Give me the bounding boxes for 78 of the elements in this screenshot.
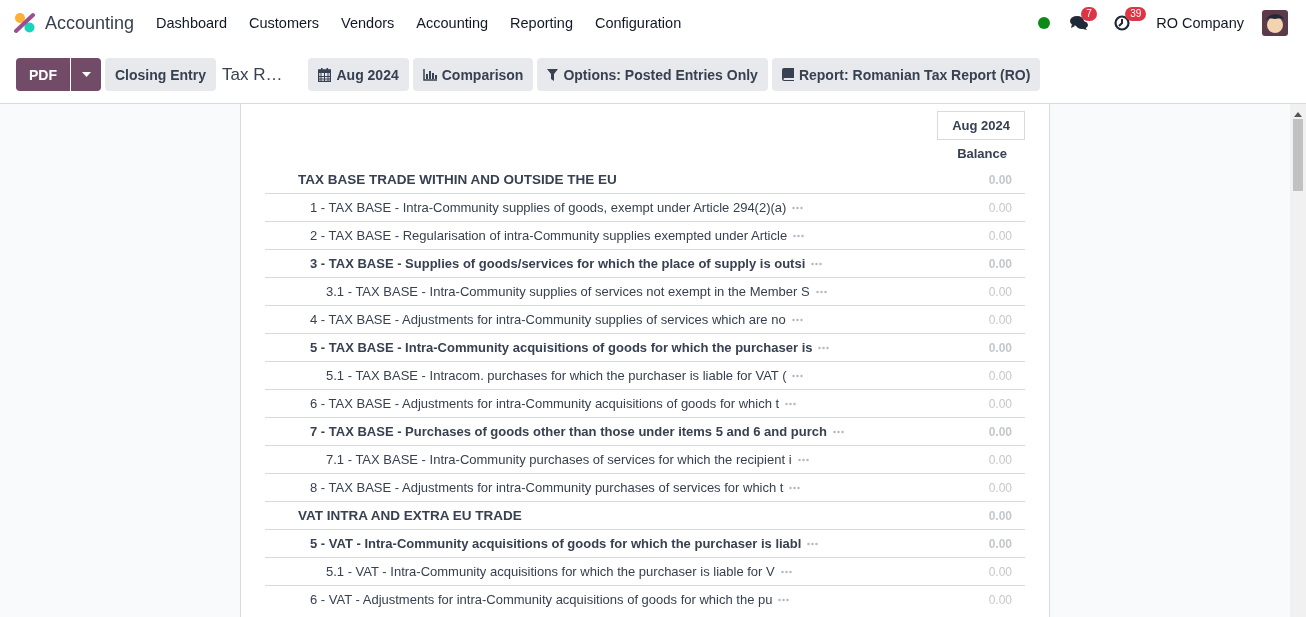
menu-item[interactable]: Reporting bbox=[510, 15, 573, 31]
ellipsis-icon[interactable] bbox=[778, 597, 790, 602]
report-line: 4 - TAX BASE - Adjustments for intra-Community supplies of services which are no bbox=[309, 312, 786, 327]
ellipsis-icon[interactable] bbox=[818, 345, 830, 350]
book-icon bbox=[781, 68, 794, 81]
scrollbar[interactable] bbox=[1290, 104, 1306, 617]
dropdown-toggle[interactable] bbox=[70, 58, 101, 91]
pdf-button[interactable]: PDF bbox=[16, 58, 70, 91]
balance-value: 0.00 bbox=[988, 256, 1012, 271]
avatar-icon[interactable] bbox=[1262, 10, 1288, 36]
section-title: VAT INTRA AND EXTRA EU TRADE bbox=[297, 508, 522, 523]
ellipsis-icon[interactable] bbox=[811, 261, 823, 266]
balance-value: 0.00 bbox=[988, 172, 1012, 187]
ellipsis-icon[interactable] bbox=[792, 205, 804, 210]
report-line: 1 - TAX BASE - Intra-Community supplies of goods, exempt under Article 294(2)(a) bbox=[309, 200, 787, 215]
report-line: 5.1 - TAX BASE - Intracom. purchases for which the purchaser is liable for VAT ( bbox=[325, 368, 787, 383]
caret-icon bbox=[81, 72, 91, 77]
balance-value: 0.00 bbox=[988, 592, 1012, 607]
balance-value: 0.00 bbox=[988, 508, 1012, 523]
report-line: 3.1 - TAX BASE - Intra-Community supplies of services not exempt in the Member S bbox=[325, 284, 810, 299]
app-name[interactable]: Accounting bbox=[45, 12, 135, 34]
closing-entry-button[interactable]: Closing Entry bbox=[105, 58, 216, 91]
ellipsis-icon[interactable] bbox=[793, 233, 805, 238]
report-line: 7 - TAX BASE - Purchases of goods other than those under items 5 and 6 and purch bbox=[309, 424, 827, 439]
ellipsis-icon[interactable] bbox=[807, 541, 819, 546]
balance-value: 0.00 bbox=[988, 564, 1012, 579]
balance-value: 0.00 bbox=[988, 368, 1012, 383]
section-title: TAX BASE TRADE WITHIN AND OUTSIDE THE EU bbox=[297, 172, 617, 187]
balance-value: 0.00 bbox=[988, 228, 1012, 243]
balance-value: 0.00 bbox=[988, 452, 1012, 467]
balance-value: 0.00 bbox=[988, 396, 1012, 411]
message-count: 7 bbox=[1081, 7, 1097, 21]
scrollbar-thumb[interactable] bbox=[1293, 119, 1303, 191]
report-line: 8 - TAX BASE - Adjustments for intra-Community purchases of services for which t bbox=[309, 480, 784, 495]
ellipsis-icon[interactable] bbox=[815, 289, 827, 294]
breadcrumb: Tax R… bbox=[222, 64, 283, 85]
ellipsis-icon[interactable] bbox=[791, 317, 803, 322]
menu-item[interactable]: Customers bbox=[249, 15, 320, 31]
report-line: 2 - TAX BASE - Regularisation of intra-Community supplies exempted under Article bbox=[309, 228, 788, 243]
balance-value: 0.00 bbox=[988, 284, 1012, 299]
filter-button[interactable]: Options: Posted Entries Only bbox=[537, 58, 768, 91]
balance-value: 0.00 bbox=[988, 536, 1012, 551]
bar-chart-icon bbox=[422, 68, 437, 81]
ellipsis-icon[interactable] bbox=[789, 485, 801, 490]
ellipsis-icon[interactable] bbox=[797, 457, 809, 462]
report-line: 5.1 - VAT - Intra-Community acquisitions for which the purchaser is liable for V bbox=[325, 564, 775, 579]
company-name[interactable]: RO Company bbox=[1156, 15, 1244, 31]
filter-button[interactable]: Comparison bbox=[412, 58, 534, 91]
balance-value: 0.00 bbox=[988, 312, 1012, 327]
report-line: 6 - VAT - Adjustments for intra-Community acquisitions of goods for which the pu bbox=[309, 592, 773, 607]
report-line: 7.1 - TAX BASE - Intra-Community purchases of services for which the recipient i bbox=[325, 452, 792, 467]
ellipsis-icon[interactable] bbox=[792, 373, 804, 378]
balance-value: 0.00 bbox=[988, 340, 1012, 355]
report-line: 6 - TAX BASE - Adjustments for intra-Community acquisitions of goods for which t bbox=[309, 396, 780, 411]
balance-value: 0.00 bbox=[988, 200, 1012, 215]
menu-item[interactable]: Vendors bbox=[341, 15, 395, 31]
column-header: Balance bbox=[957, 146, 1007, 161]
report-line: 5 - TAX BASE - Intra-Community acquisitions of goods for which the purchaser is bbox=[309, 340, 813, 355]
filter-icon bbox=[547, 68, 559, 81]
activity-count: 39 bbox=[1125, 7, 1147, 21]
ellipsis-icon[interactable] bbox=[832, 429, 844, 434]
menu-item[interactable]: Dashboard bbox=[156, 15, 227, 31]
scroll-up-icon[interactable] bbox=[1294, 112, 1302, 117]
report-line: 3 - TAX BASE - Supplies of goods/services for which the place of supply is outsi bbox=[309, 256, 806, 271]
app-logo-icon[interactable] bbox=[14, 12, 36, 34]
balance-value: 0.00 bbox=[988, 480, 1012, 495]
report-line: 5 - VAT - Intra-Community acquisitions of goods for which the purchaser is liabl bbox=[309, 536, 802, 551]
menu-item[interactable]: Configuration bbox=[594, 15, 682, 31]
menu-item[interactable]: Accounting bbox=[416, 15, 489, 31]
ellipsis-icon[interactable] bbox=[780, 569, 792, 574]
filter-button[interactable]: Aug 2024 bbox=[308, 58, 409, 91]
period-header: Aug 2024 bbox=[937, 111, 1025, 140]
calendar-icon bbox=[318, 67, 332, 82]
balance-value: 0.00 bbox=[988, 424, 1012, 439]
filter-button[interactable]: Report: Romanian Tax Report (RO) bbox=[771, 58, 1041, 91]
clock-icon[interactable] bbox=[1114, 15, 1131, 31]
ellipsis-icon[interactable] bbox=[785, 401, 797, 406]
chat-icon[interactable] bbox=[1070, 15, 1089, 31]
